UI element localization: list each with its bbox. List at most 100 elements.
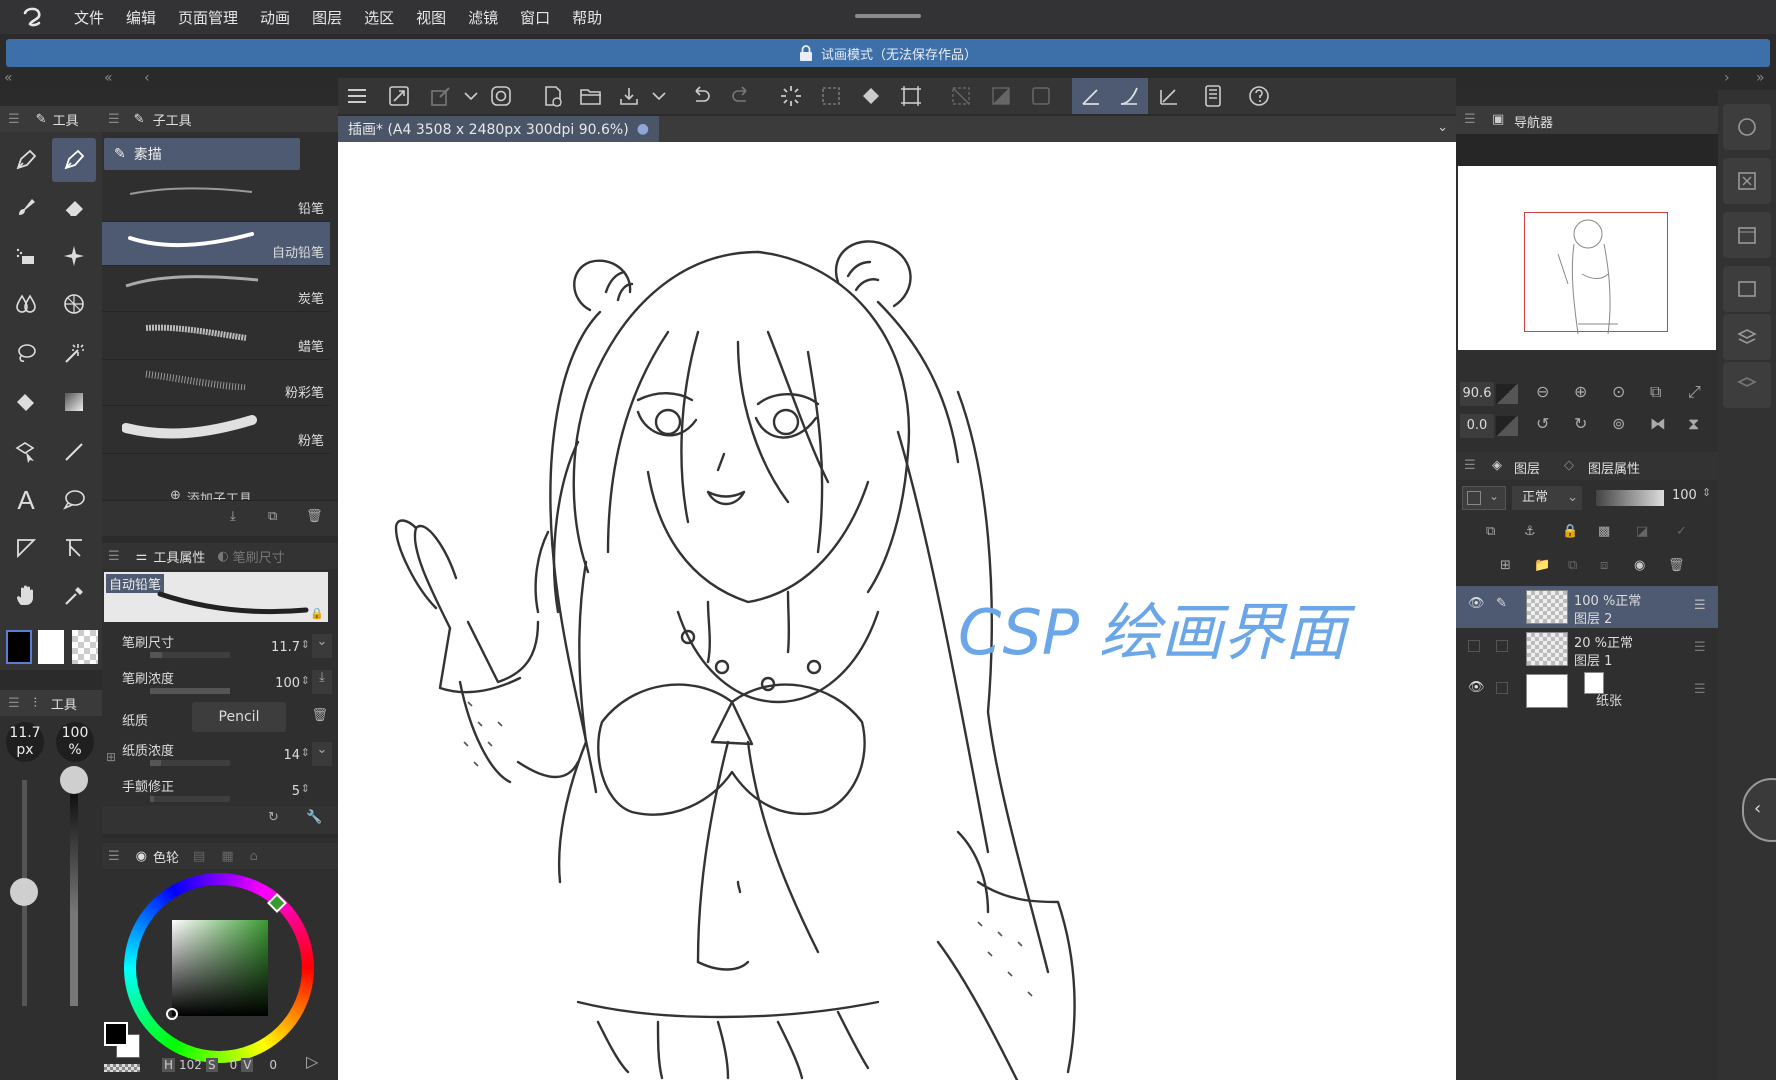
lock-layer-icon[interactable]: 🔒 bbox=[1562, 524, 1578, 539]
panel-menu-icon[interactable]: ☰ bbox=[1464, 112, 1476, 127]
paper-texture-select[interactable]: Pencil bbox=[192, 702, 286, 732]
rotation-slider[interactable] bbox=[1496, 416, 1518, 436]
brush-item-pastel[interactable]: 粉彩笔 bbox=[102, 362, 330, 406]
tab-brush-size[interactable]: 笔刷尺寸 bbox=[233, 547, 285, 566]
color-history-tab-icon[interactable]: ⌂ bbox=[250, 849, 258, 864]
color-panel-title[interactable]: 色轮 bbox=[153, 847, 179, 866]
zoom-out-icon[interactable]: ⊖ bbox=[1536, 382, 1549, 401]
magic-wand-icon[interactable] bbox=[52, 332, 96, 376]
navigator-preview[interactable] bbox=[1458, 166, 1716, 350]
menu-window[interactable]: 窗口 bbox=[520, 7, 550, 28]
decoration-tool-icon[interactable] bbox=[52, 234, 96, 278]
line-tool-icon[interactable] bbox=[52, 430, 96, 474]
sub-color-chip[interactable] bbox=[38, 630, 64, 664]
reset-rotation-icon[interactable]: ⊚ bbox=[1612, 414, 1625, 433]
menu-selection[interactable]: 选区 bbox=[364, 7, 394, 28]
chevron-down-icon[interactable]: ⌄ bbox=[1437, 120, 1448, 135]
search-icon[interactable] bbox=[1723, 104, 1771, 150]
panel-menu-icon[interactable]: ☰ bbox=[8, 696, 20, 711]
transfer-down-icon[interactable]: ⧉ bbox=[1568, 558, 1577, 573]
eye-icon[interactable]: 👁 bbox=[1468, 680, 1485, 695]
snap-special-ruler-icon[interactable] bbox=[1110, 78, 1148, 114]
h-value[interactable]: 102 bbox=[179, 1058, 202, 1072]
balloon-tool-icon[interactable] bbox=[52, 478, 96, 522]
export-dropdown-icon[interactable] bbox=[640, 78, 678, 114]
pressure-toggle-icon[interactable]: ⌄ bbox=[312, 742, 332, 766]
object-tool-icon[interactable] bbox=[4, 430, 48, 474]
frame-border-icon[interactable] bbox=[4, 526, 48, 570]
new-raster-layer-icon[interactable]: ⊞ bbox=[1500, 558, 1511, 573]
eraser-tool-icon[interactable] bbox=[52, 186, 96, 230]
fill-icon[interactable] bbox=[852, 78, 890, 114]
sv-cursor[interactable] bbox=[166, 1008, 178, 1020]
brush-item-charcoal[interactable]: 炭笔 bbox=[102, 268, 330, 312]
tab-layer-property[interactable]: 图层属性 bbox=[1588, 458, 1640, 477]
zoom-slider[interactable] bbox=[1496, 384, 1518, 404]
layer-row-2[interactable]: 👁 ✎ 100 %正常 图层 2 ☰ bbox=[1456, 586, 1718, 628]
menu-edit[interactable]: 编辑 bbox=[126, 7, 156, 28]
undo-icon[interactable] bbox=[682, 78, 720, 114]
prop-brush-size[interactable]: 笔刷尺寸 11.7 ⇕ ⌄ bbox=[102, 628, 338, 662]
layer-menu-icon[interactable]: ☰ bbox=[1694, 598, 1706, 613]
pen-tool-icon[interactable] bbox=[4, 138, 48, 182]
stepper-icon[interactable]: ⇕ bbox=[301, 674, 310, 687]
color-slider-tab-icon[interactable]: ▤ bbox=[193, 849, 205, 864]
transparent-swatch[interactable] bbox=[104, 1064, 140, 1072]
opacity-slider-thumb[interactable] bbox=[60, 766, 88, 794]
fill-bucket-icon[interactable] bbox=[4, 380, 48, 424]
rotate-left-icon[interactable]: ↺ bbox=[1536, 414, 1549, 433]
prop-brush-density[interactable]: 笔刷浓度 100 ⇕ ⤓ bbox=[102, 664, 338, 698]
layer-opacity-value[interactable]: 100 bbox=[1672, 488, 1697, 503]
fit-navigator-icon[interactable]: ⤢ bbox=[1688, 382, 1701, 402]
merge-down-icon[interactable]: ⧈ bbox=[1600, 558, 1608, 573]
brush-item-pencil[interactable]: 铅笔 bbox=[102, 178, 330, 222]
gradient-tool-icon[interactable] bbox=[52, 380, 96, 424]
wrench-icon[interactable]: 🔧 bbox=[306, 810, 322, 825]
eye-hidden-icon[interactable] bbox=[1468, 640, 1480, 652]
main-color-chip[interactable] bbox=[6, 630, 32, 664]
import-icon[interactable]: ⤓ bbox=[230, 509, 236, 524]
app-logo-icon[interactable] bbox=[12, 0, 52, 34]
menu-file[interactable]: 文件 bbox=[74, 7, 104, 28]
prop-slider[interactable] bbox=[150, 652, 230, 658]
hand-tool-icon[interactable] bbox=[4, 574, 48, 618]
chevron-right-icon[interactable]: › bbox=[1724, 70, 1730, 86]
stepper-icon[interactable]: ⇕ bbox=[1702, 486, 1711, 499]
color-set-tab-icon[interactable]: ▦ bbox=[221, 849, 233, 864]
delete-layer-icon[interactable]: 🗑 bbox=[1668, 558, 1685, 573]
new-file-icon[interactable] bbox=[534, 78, 572, 114]
size-slider-thumb[interactable] bbox=[10, 878, 38, 906]
layer-menu-icon[interactable]: ☰ bbox=[1694, 682, 1706, 697]
layer-opacity-slider[interactable] bbox=[1596, 490, 1664, 506]
canvas-fit-icon[interactable] bbox=[380, 78, 418, 114]
menu-animation[interactable]: 动画 bbox=[260, 7, 290, 28]
collapse-sub-icon[interactable]: « bbox=[104, 70, 113, 86]
stepper-icon[interactable]: ⇕ bbox=[301, 638, 310, 651]
panel-menu-icon[interactable]: ☰ bbox=[1464, 458, 1476, 473]
v-value[interactable]: 0 bbox=[269, 1058, 277, 1072]
prop-value[interactable]: 14 bbox=[283, 748, 300, 763]
trash-icon[interactable]: 🗑 bbox=[306, 509, 323, 524]
ruler-display-icon[interactable]: ✓ bbox=[1676, 524, 1687, 539]
menu-filter[interactable]: 滤镜 bbox=[468, 7, 498, 28]
clear-selection-icon[interactable] bbox=[942, 78, 980, 114]
open-folder-icon[interactable] bbox=[572, 78, 610, 114]
pressure-toggle-icon[interactable]: ⤓ bbox=[312, 670, 332, 694]
panel-menu-icon[interactable]: ☰ bbox=[108, 549, 120, 564]
prop-stabilization[interactable]: 手颤修正 5 ⇕ bbox=[102, 772, 338, 806]
brush-item-chalk[interactable]: 粉笔 bbox=[102, 410, 330, 454]
pencil-tool-icon[interactable] bbox=[52, 138, 96, 182]
prop-slider[interactable] bbox=[150, 688, 230, 694]
hamburger-menu-icon[interactable] bbox=[338, 78, 376, 114]
lasso-tool-icon[interactable] bbox=[4, 332, 48, 376]
collapse-right-icon[interactable]: » bbox=[1756, 70, 1765, 86]
calendar-icon[interactable] bbox=[1723, 212, 1771, 258]
rotation-value-input[interactable]: 0.0 bbox=[1460, 414, 1494, 438]
create-mask-icon[interactable]: ◉ bbox=[1634, 558, 1645, 573]
play-circle-icon[interactable]: ▷ bbox=[306, 1052, 318, 1071]
duplicate-icon[interactable]: ⧉ bbox=[268, 509, 277, 524]
trash-icon[interactable]: 🗑 bbox=[311, 708, 328, 723]
layer-color-select[interactable]: ⌄ bbox=[1462, 486, 1506, 510]
layer-search-dock-icon[interactable] bbox=[1723, 362, 1771, 408]
prop-paper-texture[interactable]: 纸质 Pencil 🗑 bbox=[102, 700, 338, 734]
